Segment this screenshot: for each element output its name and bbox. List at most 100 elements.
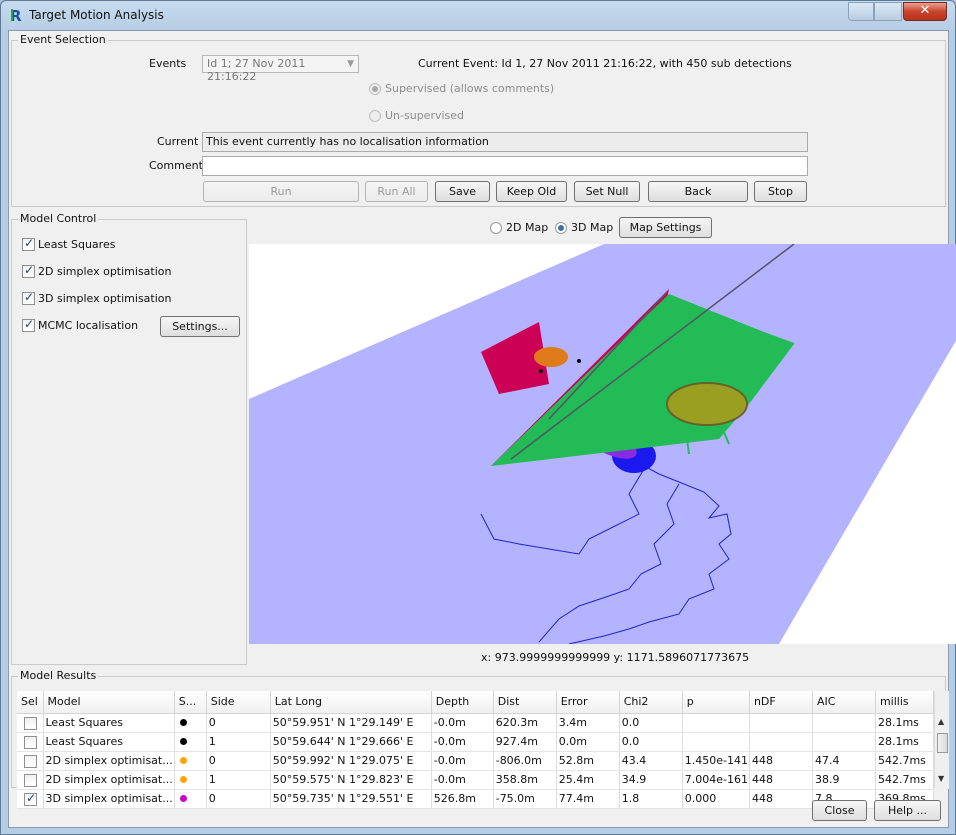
event-selection-label: Event Selection xyxy=(18,33,108,46)
events-combo[interactable]: Id 1; 27 Nov 2011 21:16:22 ▼ xyxy=(202,55,359,83)
col-ndf[interactable]: nDF xyxy=(749,691,813,714)
cell-aic xyxy=(812,713,876,733)
unsupervised-label: Un-supervised xyxy=(385,109,465,122)
maximize-button[interactable] xyxy=(874,2,902,21)
least-squares-checkbox[interactable] xyxy=(22,236,35,251)
table-row[interactable]: 2D simplex optimisat... 1 50°59.575' N 1°2… xyxy=(17,770,935,790)
set-null-button[interactable]: Set Null xyxy=(574,181,640,202)
row-select-checkbox[interactable] xyxy=(24,754,37,768)
cell-side: 1 xyxy=(206,770,271,790)
map-settings-button[interactable]: Map Settings xyxy=(619,217,712,238)
row-symbol-cell xyxy=(174,751,207,771)
cell-depth: -0.0m xyxy=(431,713,494,733)
row-select-cell xyxy=(17,770,44,790)
cell-chi2: 0.0 xyxy=(619,713,683,733)
cell-chi2: 1.8 xyxy=(619,789,683,809)
table-row[interactable]: 3D simplex optimisat... 050°59.735' N 1°2… xyxy=(17,789,935,809)
least-squares-label: Least Squares xyxy=(38,238,116,251)
map-2d-label: 2D Map xyxy=(506,221,549,234)
close-button[interactable]: Close xyxy=(812,800,867,821)
row-symbol-cell xyxy=(174,789,207,809)
cell-chi2: 43.4 xyxy=(619,751,683,771)
map-3d-canvas xyxy=(249,244,956,644)
cell-model: Least Squares xyxy=(43,732,175,752)
results-table: Sel Model S... Side Lat Long Depth Dist … xyxy=(17,691,935,809)
cell-model: 2D simplex optimisat... xyxy=(43,751,175,771)
cell-dist: -75.0m xyxy=(493,789,557,809)
map-3d-radio[interactable] xyxy=(555,222,567,234)
cell-ndf xyxy=(749,713,813,733)
col-chi2[interactable]: Chi2 xyxy=(619,691,683,714)
map-3d-view[interactable] xyxy=(249,244,956,644)
table-row[interactable]: Least Squares 0 50°59.951' N 1°29.149' E -0… xyxy=(17,713,935,733)
col-depth[interactable]: Depth xyxy=(431,691,494,714)
cell-aic: 47.4 xyxy=(812,751,876,771)
model-symbol-dot xyxy=(179,738,187,745)
cell-chi2: 34.9 xyxy=(619,770,683,790)
model-results-label: Model Results xyxy=(18,669,99,682)
mcmc-settings-button[interactable]: Settings... xyxy=(160,316,240,337)
cell-error: 77.4m xyxy=(556,789,620,809)
mcmc-label: MCMC localisation xyxy=(38,319,139,332)
error-ellipse-orange xyxy=(534,347,568,367)
cell-model: 2D simplex optimisat... xyxy=(43,770,175,790)
save-button[interactable]: Save xyxy=(435,181,490,202)
comment-input[interactable] xyxy=(202,156,808,176)
window-title: Target Motion Analysis xyxy=(29,8,164,22)
col-p[interactable]: p xyxy=(682,691,750,714)
client-area: Event Selection Events Id 1; 27 Nov 2011… xyxy=(8,30,956,828)
col-dist[interactable]: Dist xyxy=(493,691,557,714)
cell-error: 3.4m xyxy=(556,713,620,733)
keep-old-button[interactable]: Keep Old xyxy=(496,181,567,202)
col-latlong[interactable]: Lat Long xyxy=(270,691,432,714)
window-close-button[interactable]: ✕ xyxy=(903,2,947,21)
cell-latlong: 50°59.735' N 1°29.551' E xyxy=(270,789,432,809)
model-symbol-dot xyxy=(179,719,187,726)
cell-dist: -806.0m xyxy=(493,751,557,771)
cell-p: 7.004e-161 xyxy=(682,770,750,790)
cell-side: 0 xyxy=(206,751,271,771)
main-window: R Target Motion Analysis ✕ Event Selecti… xyxy=(0,0,956,835)
results-scrollbar[interactable]: ▲ ▼ xyxy=(934,691,949,789)
col-aic[interactable]: AIC xyxy=(812,691,876,714)
supervised-radio[interactable] xyxy=(369,83,381,95)
map-3d-label: 3D Map xyxy=(571,221,614,234)
cell-p: 0.000 xyxy=(682,789,750,809)
help-button[interactable]: Help ... xyxy=(874,800,941,821)
row-select-checkbox[interactable] xyxy=(24,716,37,730)
col-error[interactable]: Error xyxy=(556,691,620,714)
col-model[interactable]: Model xyxy=(43,691,175,714)
cell-error: 0.0m xyxy=(556,732,620,752)
cell-model: Least Squares xyxy=(43,713,175,733)
stop-button[interactable]: Stop xyxy=(754,181,807,202)
run-all-button[interactable]: Run All xyxy=(365,181,428,202)
map-2d-radio[interactable] xyxy=(490,222,502,234)
col-symbol[interactable]: S... xyxy=(174,691,207,714)
row-select-checkbox[interactable] xyxy=(24,791,37,806)
scroll-thumb[interactable] xyxy=(937,733,948,753)
least-squares-point-2 xyxy=(539,369,543,373)
col-sel[interactable]: Sel xyxy=(17,691,44,714)
table-row[interactable]: 2D simplex optimisat... 0 50°59.992' N 1°2… xyxy=(17,751,935,771)
table-row[interactable]: Least Squares 1 50°59.644' N 1°29.666' E -0… xyxy=(17,732,935,752)
col-millis[interactable]: millis xyxy=(875,691,935,714)
3d-simplex-checkbox[interactable] xyxy=(22,290,35,305)
cell-millis: 28.1ms xyxy=(875,732,935,752)
run-button[interactable]: Run xyxy=(203,181,359,202)
scroll-up-icon[interactable]: ▲ xyxy=(938,717,944,726)
mcmc-checkbox[interactable] xyxy=(22,317,35,332)
col-side[interactable]: Side xyxy=(206,691,271,714)
cell-dist: 927.4m xyxy=(493,732,557,752)
cell-dist: 358.8m xyxy=(493,770,557,790)
row-symbol-cell xyxy=(174,770,207,790)
cell-depth: -0.0m xyxy=(431,732,494,752)
row-select-cell xyxy=(17,751,44,771)
unsupervised-radio[interactable] xyxy=(369,110,381,122)
results-body: Least Squares 0 50°59.951' N 1°29.149' E -0… xyxy=(17,713,935,809)
minimize-button[interactable] xyxy=(848,2,874,21)
row-select-checkbox[interactable] xyxy=(24,735,37,749)
2d-simplex-checkbox[interactable] xyxy=(22,263,35,278)
row-select-checkbox[interactable] xyxy=(24,773,37,787)
back-button[interactable]: Back xyxy=(648,181,748,202)
scroll-down-icon[interactable]: ▼ xyxy=(938,774,944,783)
